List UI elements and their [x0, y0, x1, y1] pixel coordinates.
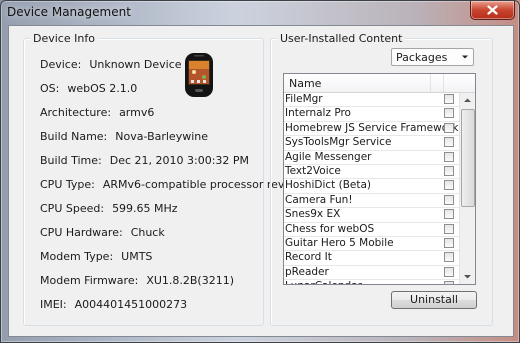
list-item[interactable]: FileMgr	[284, 93, 459, 108]
info-row: Modem Firmware: XU1.8.2B(3211)	[40, 274, 234, 287]
info-row: OS: webOS 2.1.0	[40, 82, 137, 95]
list-item[interactable]: pReader	[284, 265, 459, 281]
content-filter-value: Packages	[396, 51, 448, 64]
info-row: Build Name: Nova-Barleywine	[40, 130, 208, 143]
package-name: Record It	[285, 251, 332, 264]
info-value: Dec 21, 2010 3:00:32 PM	[109, 154, 250, 167]
column-header-name[interactable]: Name	[289, 77, 321, 90]
package-checkbox[interactable]	[444, 209, 454, 220]
list-item[interactable]: LunarCalendar	[284, 280, 459, 284]
list-item[interactable]: SysToolsMgr Service	[284, 136, 459, 151]
list-item[interactable]: Agile Messenger	[284, 151, 459, 165]
package-checkbox[interactable]	[444, 266, 454, 277]
package-checkbox[interactable]	[444, 281, 454, 284]
info-value: Unknown Device	[89, 58, 182, 71]
list-item[interactable]: Camera Fun!	[284, 193, 459, 209]
package-checkbox[interactable]	[444, 252, 454, 263]
device-info-title: Device Info	[30, 32, 98, 45]
list-item[interactable]: Homebrew JS Service Framework	[284, 121, 459, 137]
package-name: Internalz Pro	[285, 107, 351, 120]
package-checkbox[interactable]	[444, 137, 454, 148]
package-checkbox[interactable]	[444, 122, 454, 133]
phone-image	[185, 53, 213, 97]
info-label: Architecture:	[40, 106, 112, 119]
user-content-title: User-Installed Content	[277, 32, 406, 45]
info-label: Device:	[40, 58, 82, 71]
scroll-down-icon[interactable]	[460, 269, 475, 284]
uninstall-button[interactable]: Uninstall	[391, 291, 477, 309]
content-filter-select[interactable]: Packages	[391, 48, 474, 66]
package-name: Guitar Hero 5 Mobile	[285, 236, 394, 249]
info-row: Build Time: Dec 21, 2010 3:00:32 PM	[40, 154, 249, 167]
info-label: CPU Hardware:	[40, 226, 123, 239]
package-name: SysToolsMgr Service	[285, 136, 392, 149]
list-header: Name	[284, 74, 475, 93]
package-name: HoshiDict (Beta)	[285, 179, 371, 192]
package-name: Camera Fun!	[285, 193, 353, 206]
list-item[interactable]: Record It	[284, 251, 459, 266]
package-checkbox[interactable]	[444, 94, 454, 104]
scrollbar-thumb[interactable]	[461, 109, 475, 207]
package-name: Agile Messenger	[285, 150, 372, 163]
info-value: webOS 2.1.0	[67, 82, 138, 95]
list-item[interactable]: Guitar Hero 5 Mobile	[284, 236, 459, 252]
info-label: CPU Type:	[40, 178, 95, 191]
info-value: Nova-Barleywine	[115, 130, 209, 143]
column-divider[interactable]	[443, 74, 444, 92]
package-name: Chess for webOS	[285, 222, 375, 235]
info-row: IMEI: A004401451000273	[40, 298, 187, 311]
package-name: Homebrew JS Service Framework	[285, 121, 459, 134]
package-checkbox[interactable]	[444, 237, 454, 248]
info-row: CPU Hardware: Chuck	[40, 226, 165, 239]
info-label: CPU Speed:	[40, 202, 105, 215]
info-row: Architecture: armv6	[40, 106, 154, 119]
column-divider[interactable]	[430, 74, 431, 92]
package-checkbox[interactable]	[444, 194, 454, 205]
info-label: IMEI:	[40, 298, 67, 311]
info-row: CPU Speed: 599.65 MHz	[40, 202, 178, 215]
package-checkbox[interactable]	[444, 180, 454, 191]
info-value: 599.65 MHz	[112, 202, 178, 215]
package-checkbox[interactable]	[444, 223, 454, 234]
info-label: Modem Firmware:	[40, 274, 139, 287]
info-row: Device: Unknown Device	[40, 58, 182, 71]
info-value: armv6	[119, 106, 155, 119]
info-label: Build Name:	[40, 130, 108, 143]
package-name: Snes9x EX	[285, 208, 341, 221]
window-title: Device Management	[7, 5, 131, 19]
list-item[interactable]: HoshiDict (Beta)	[284, 179, 459, 194]
package-name: Text2Voice	[285, 164, 341, 177]
package-checkbox[interactable]	[444, 108, 454, 119]
package-checkbox[interactable]	[444, 165, 454, 176]
close-button[interactable]	[470, 1, 515, 20]
list-item[interactable]: Snes9x EX	[284, 208, 459, 223]
list-item[interactable]: Text2Voice	[284, 164, 459, 180]
package-name: pReader	[285, 265, 329, 278]
info-value: UMTS	[121, 250, 153, 263]
info-value: Chuck	[130, 226, 165, 239]
vertical-scrollbar[interactable]	[459, 93, 475, 284]
list-item[interactable]: Internalz Pro	[284, 107, 459, 122]
chevron-down-icon	[462, 55, 468, 59]
info-label: Modem Type:	[40, 250, 114, 263]
title-bar[interactable]: Device Management	[1, 1, 519, 25]
info-value: XU1.8.2B(3211)	[146, 274, 235, 287]
info-label: Build Time:	[40, 154, 102, 167]
package-checkbox[interactable]	[444, 151, 454, 162]
info-label: OS:	[40, 82, 60, 95]
package-name: LunarCalendar	[285, 280, 362, 284]
info-row: Modem Type: UMTS	[40, 250, 152, 263]
scroll-up-icon[interactable]	[460, 93, 475, 108]
list-rows: FileMgr Internalz Pro Homebrew JS Service …	[284, 93, 459, 284]
info-value: A004401451000273	[74, 298, 188, 311]
package-name: FileMgr	[285, 93, 323, 105]
installed-packages-list[interactable]: Name FileMgr Internalz Pro Homebrew JS Ser…	[283, 73, 476, 285]
list-item[interactable]: Chess for webOS	[284, 223, 459, 237]
close-icon	[487, 5, 498, 15]
